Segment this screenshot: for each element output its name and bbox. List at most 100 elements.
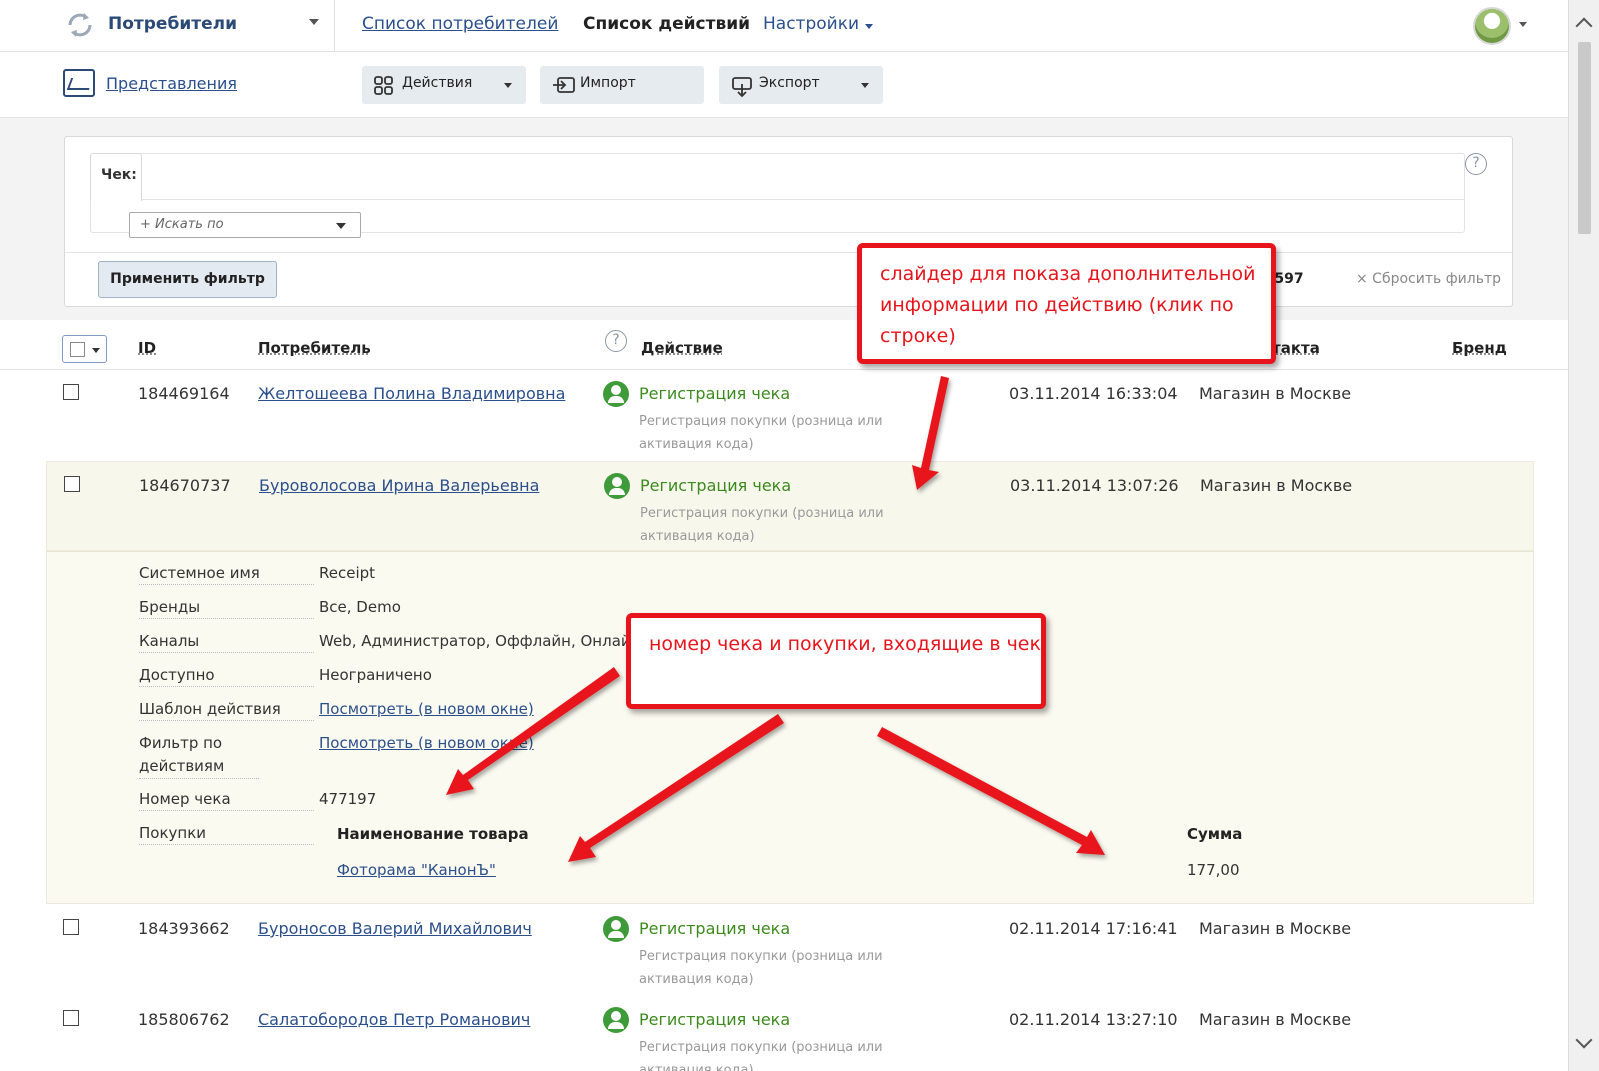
row-id: 184393662 [138,919,230,938]
action-date: 03.11.2014 16:33:04 [1009,384,1178,403]
action-name: Регистрация чека [639,1010,791,1029]
select-caret-icon [92,348,100,353]
nav-settings[interactable]: Настройки [763,14,859,34]
table-row[interactable]: 184393662 Буроносов Валерий Михайлович Р… [46,905,1534,995]
filter-view-link[interactable]: Посмотреть (в новом окне) [319,732,534,754]
refresh-logo-icon[interactable] [63,8,97,42]
import-label: Импорт [580,75,636,91]
consumer-link[interactable]: Буроволосова Ирина Валерьевна [259,476,539,495]
action-description: Регистрация покупки (розница или активац… [639,414,883,452]
apply-filter-button[interactable]: Применить фильтр [98,261,277,298]
row-checkbox[interactable] [64,476,80,492]
col-header-action[interactable]: Действие [641,339,723,357]
nav-consumers-list[interactable]: Список потребителей [362,14,558,34]
detail-brands: Все, Demo [319,598,401,616]
search-by-placeholder: + Искать по [140,217,224,232]
views-chart-icon[interactable] [63,69,95,97]
search-caret-icon [336,223,346,229]
detail-system-name: Receipt [319,564,376,582]
filter-tab-receipt[interactable]: Чек: [90,153,142,201]
user-icon [603,381,629,407]
action-date: 03.11.2014 13:07:26 [1010,476,1179,495]
action-details-panel: Системное имя Receipt Бренды Все, Demo К… [46,551,1534,904]
views-link[interactable]: Представления [106,74,237,93]
avatar-caret-icon[interactable] [1519,22,1527,27]
actions-dropdown-button[interactable]: Действия [362,66,526,104]
reset-filter-link[interactable]: × Сбросить фильтр [1356,271,1501,287]
user-avatar[interactable] [1473,7,1511,45]
action-name: Регистрация чека [640,476,792,495]
detail-label-filter: Фильтр по действиям [139,732,259,779]
table-row-expanded[interactable]: 184670737 Буроволосова Ирина Валерьевна … [46,461,1534,551]
scroll-down-icon[interactable] [1575,1031,1593,1049]
filter-tab-line [142,199,1464,200]
action-help-icon[interactable]: ? [605,330,627,352]
callout-slider-hint: слайдер для показа дополнительной информ… [857,243,1276,364]
action-date: 02.11.2014 13:27:10 [1009,1010,1178,1029]
col-header-consumer[interactable]: Потребитель [258,339,371,357]
template-view-link[interactable]: Посмотреть (в новом окне) [319,698,534,720]
action-name: Регистрация чека [639,919,791,938]
actions-caret-icon [504,83,512,88]
import-button[interactable]: Импорт [540,66,704,104]
callout-receipt-hint: номер чека и покупки, входящие в чек [626,613,1046,709]
detail-available: Неограничено [319,666,432,684]
col-header-contact-point[interactable]: такта [1272,339,1320,357]
product-link[interactable]: Фоторама "КанонЪ" [337,861,496,879]
user-icon [603,916,629,942]
table-row[interactable]: 185806762 Салатобородов Петр Романович Р… [46,996,1534,1071]
search-by-select[interactable]: + Искать по [129,212,361,238]
consumer-link[interactable]: Буроносов Валерий Михайлович [258,919,532,938]
detail-receipt-number: 477197 [319,790,377,808]
select-all-checkbox[interactable] [62,335,107,363]
col-header-brand[interactable]: Бренд [1452,339,1507,357]
contact-point: Магазин в Москве [1199,384,1352,403]
action-description: Регистрация покупки (розница или активац… [639,1040,883,1071]
detail-channels: Web, Администратор, Оффлайн, Онлайн [319,632,641,650]
help-icon[interactable]: ? [1465,153,1487,175]
consumer-link[interactable]: Желтошеева Полина Владимировна [258,384,565,403]
row-id: 184670737 [139,476,231,495]
scroll-up-icon[interactable] [1575,17,1593,35]
toolbar: Представления Действия Импорт Экспорт [0,52,1568,118]
table-row[interactable]: 184469164 Желтошеева Полина Владимировна… [46,370,1534,460]
app-menu-caret-icon[interactable] [309,19,319,25]
row-checkbox[interactable] [63,384,79,400]
filter-divider [65,252,1512,253]
vertical-scrollbar[interactable] [1568,0,1599,1071]
filter-conditions: Чек: + Искать по [90,153,1465,238]
purchases-header-sum: Сумма [1187,825,1243,843]
detail-label-available: Доступно [139,664,314,687]
detail-label-template: Шаблон действия [139,698,314,721]
col-header-id[interactable]: ID [138,339,156,357]
actions-label: Действия [402,75,473,91]
scrollbar-thumb[interactable] [1578,42,1591,234]
nav-actions-list[interactable]: Список действий [583,14,750,34]
contact-point: Магазин в Москве [1199,919,1352,938]
consumer-link[interactable]: Салатобородов Петр Романович [258,1010,530,1029]
export-dropdown-button[interactable]: Экспорт [719,66,883,104]
table-header: ID Потребитель ? Действие такта Бренд [0,320,1568,370]
app-title[interactable]: Потребители [108,14,237,34]
detail-label-system-name: Системное имя [139,562,314,585]
detail-label-receipt: Номер чека [139,788,314,811]
purchase-sum: 177,00 [1187,861,1240,879]
purchases-header-product: Наименование товара [337,825,529,843]
row-id: 185806762 [138,1010,230,1029]
user-icon [604,473,630,499]
detail-label-channels: Каналы [139,630,314,653]
user-icon [603,1007,629,1033]
export-icon [731,76,753,103]
settings-caret-icon[interactable] [865,24,873,29]
action-description: Регистрация покупки (розница или активац… [640,506,884,544]
row-checkbox[interactable] [63,1010,79,1026]
filter-panel: ? Чек: + Искать по Применить фильтр 70 5… [64,136,1513,307]
action-name: Регистрация чека [639,384,791,403]
action-description: Регистрация покупки (розница или активац… [639,949,883,987]
top-navigation: Потребители Список потребителей Список д… [0,0,1568,52]
export-label: Экспорт [759,75,820,91]
export-caret-icon [861,83,869,88]
contact-point: Магазин в Москве [1200,476,1353,495]
nav-divider [334,0,335,52]
row-checkbox[interactable] [63,919,79,935]
